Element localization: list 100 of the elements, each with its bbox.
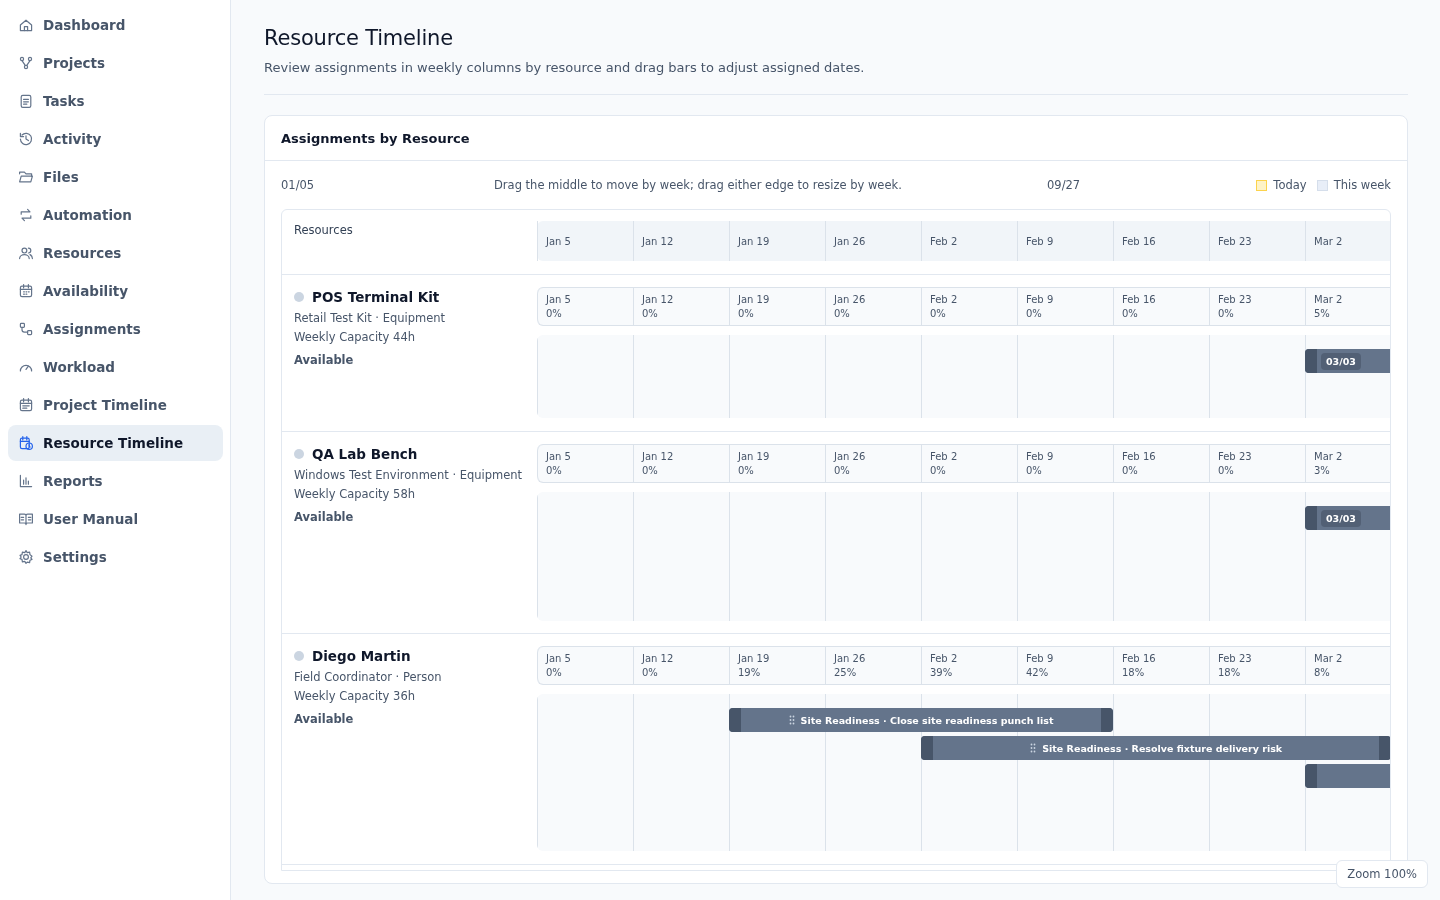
week-header: Jan 26 xyxy=(825,221,921,261)
resize-handle[interactable] xyxy=(1379,736,1390,760)
grip-icon xyxy=(1030,743,1037,753)
load-percent: 25% xyxy=(834,667,857,678)
range-start: 01/05 xyxy=(281,178,316,192)
load-percent: 0% xyxy=(834,465,850,476)
sidebar-item[interactable]: Automation xyxy=(8,197,223,233)
resource-name: QA Lab Bench xyxy=(312,446,418,462)
resize-handle[interactable] xyxy=(921,736,933,760)
sidebar-item[interactable]: Settings xyxy=(8,539,223,575)
grip-icon xyxy=(788,715,795,725)
week-label: Feb 16 xyxy=(1122,653,1156,664)
week-label: Jan 19 xyxy=(738,653,770,664)
nav-icon xyxy=(18,17,34,33)
week-label: Jan 5 xyxy=(546,653,571,664)
card-title: Assignments by Resource xyxy=(281,130,470,146)
sidebar-item[interactable]: Project Timeline xyxy=(8,387,223,423)
week-label: Feb 2 xyxy=(930,294,958,305)
resource-status: Available xyxy=(294,510,355,524)
load-percent: 0% xyxy=(930,308,946,319)
resource-capacity: Weekly Capacity 36h xyxy=(294,689,416,703)
assignment-bar[interactable]: 03/03 xyxy=(1305,506,1390,530)
resize-handle[interactable] xyxy=(729,708,741,732)
nav-icon xyxy=(18,207,34,223)
load-percent: 18% xyxy=(1122,667,1145,678)
sidebar-item[interactable]: Files xyxy=(8,159,223,195)
load-percent: 39% xyxy=(930,667,953,678)
page-subtitle: Review assignments in weekly columns by resource and drag bars to adjust assigned dates. xyxy=(264,60,866,75)
load-percent: 0% xyxy=(642,667,658,678)
week-header: Jan 19 xyxy=(729,221,825,261)
week-label: Jan 5 xyxy=(546,294,571,305)
week-label: Jan 12 xyxy=(642,451,674,462)
sidebar-item[interactable]: Activity xyxy=(8,121,223,157)
range-end: 09/27 xyxy=(1047,178,1082,192)
load-percent: 0% xyxy=(546,308,562,319)
date-label: 03/03 xyxy=(1321,509,1361,527)
page-title: Resource Timeline xyxy=(264,26,454,50)
sidebar-item[interactable]: Projects xyxy=(8,45,223,81)
week-label: Jan 12 xyxy=(642,653,674,664)
load-percent: 0% xyxy=(1026,465,1042,476)
assignment-bar[interactable]: Site Readiness · Resolve fixture delivery risk xyxy=(921,736,1390,760)
week-label: Jan 19 xyxy=(738,294,770,305)
week-label: Jan 26 xyxy=(834,294,866,305)
week-label: Feb 9 xyxy=(1026,451,1054,462)
zoom-indicator: Zoom 100% xyxy=(1336,860,1428,888)
week-label: Feb 9 xyxy=(1026,294,1054,305)
sidebar-item[interactable]: Availability xyxy=(8,273,223,309)
week-label: Mar 2 xyxy=(1314,294,1343,305)
nav-icon xyxy=(18,321,34,337)
legend-label: Today xyxy=(1273,178,1307,192)
load-percent: 0% xyxy=(1218,465,1234,476)
resource-detail: Field Coordinator · Person xyxy=(294,670,443,684)
load-percent: 0% xyxy=(738,465,754,476)
sidebar-item[interactable]: Reports xyxy=(8,463,223,499)
load-percent: 19% xyxy=(738,667,761,678)
sidebar-item[interactable]: Assignments xyxy=(8,311,223,347)
nav-icon xyxy=(18,473,34,489)
week-label: Feb 2 xyxy=(930,451,958,462)
week-label: Feb 23 xyxy=(1218,451,1252,462)
resize-handle[interactable] xyxy=(1305,764,1317,788)
resource-capacity: Weekly Capacity 58h xyxy=(294,487,416,501)
week-label: Feb 23 xyxy=(1218,294,1252,305)
nav-icon xyxy=(18,245,34,261)
week-label: Feb 23 xyxy=(1218,653,1252,664)
nav-icon xyxy=(18,397,34,413)
week-label: Mar 2 xyxy=(1314,451,1343,462)
hint-text: Drag the middle to move by week; drag either edge to resize by week. xyxy=(494,178,903,192)
assignment-bar[interactable]: 03/03 xyxy=(1305,349,1390,373)
load-percent: 0% xyxy=(546,465,562,476)
load-percent: 0% xyxy=(930,465,946,476)
week-label: Jan 26 xyxy=(834,653,866,664)
week-label: Feb 2 xyxy=(930,653,958,664)
load-percent: 0% xyxy=(546,667,562,678)
load-percent: 8% xyxy=(1314,667,1330,678)
load-percent: 18% xyxy=(1218,667,1241,678)
resource-capacity: Weekly Capacity 44h xyxy=(294,330,416,344)
sidebar-item[interactable]: Resources xyxy=(8,235,223,271)
sidebar-item[interactable]: User Manual xyxy=(8,501,223,537)
sidebar-item[interactable]: Dashboard xyxy=(8,7,223,43)
bar-label: Site Readiness · Close site readiness punch list xyxy=(788,714,1054,726)
week-header: Feb 16 xyxy=(1113,221,1209,261)
sidebar-item[interactable]: Resource Timeline xyxy=(8,425,223,461)
bar-label: Site Readiness · Resolve fixture delivery risk xyxy=(1030,742,1283,754)
sidebar-item[interactable]: Tasks xyxy=(8,83,223,119)
assignment-bar[interactable]: Site Readiness · Close site readiness punch list xyxy=(729,708,1113,732)
load-percent: 0% xyxy=(1122,308,1138,319)
resize-handle[interactable] xyxy=(1305,349,1317,373)
resource-status: Available xyxy=(294,353,355,367)
week-header: Feb 9 xyxy=(1017,221,1113,261)
resize-handle[interactable] xyxy=(1101,708,1113,732)
load-percent: 5% xyxy=(1314,308,1330,319)
week-label: Feb 16 xyxy=(1122,451,1156,462)
nav-icon xyxy=(18,131,34,147)
resize-handle[interactable] xyxy=(1305,506,1317,530)
nav-icon xyxy=(18,283,34,299)
nav-icon xyxy=(18,169,34,185)
sidebar-item[interactable]: Workload xyxy=(8,349,223,385)
column-header: Resources xyxy=(294,223,353,237)
resource-name: Diego Martin xyxy=(312,648,411,664)
load-percent: 3% xyxy=(1314,465,1330,476)
